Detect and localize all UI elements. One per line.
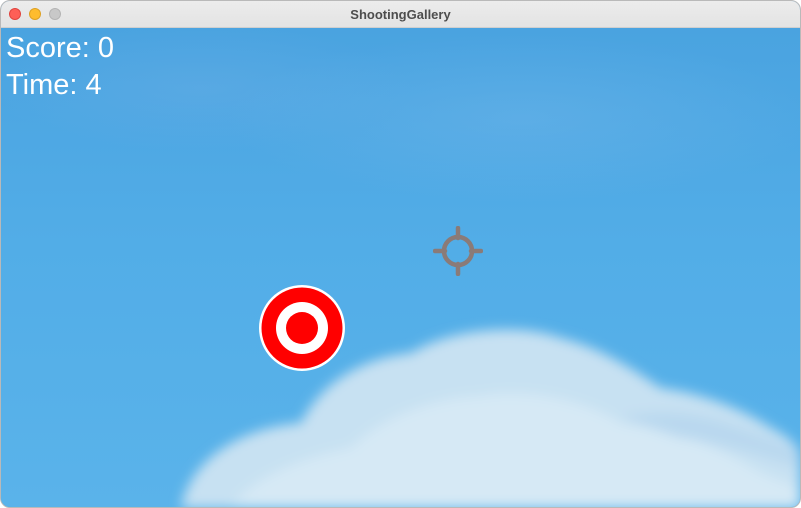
window-title: ShootingGallery [350, 7, 451, 22]
app-window: ShootingGallery Score: 0 Time: 4 [0, 0, 801, 508]
score-label: Score: 0 [6, 32, 114, 64]
target-bullseye-icon[interactable] [258, 284, 346, 372]
time-label: Time: 4 [6, 69, 102, 101]
cloud-background [181, 329, 800, 507]
crosshair-icon [433, 226, 483, 276]
title-bar: ShootingGallery [1, 1, 800, 28]
game-canvas[interactable]: Score: 0 Time: 4 [1, 28, 800, 507]
